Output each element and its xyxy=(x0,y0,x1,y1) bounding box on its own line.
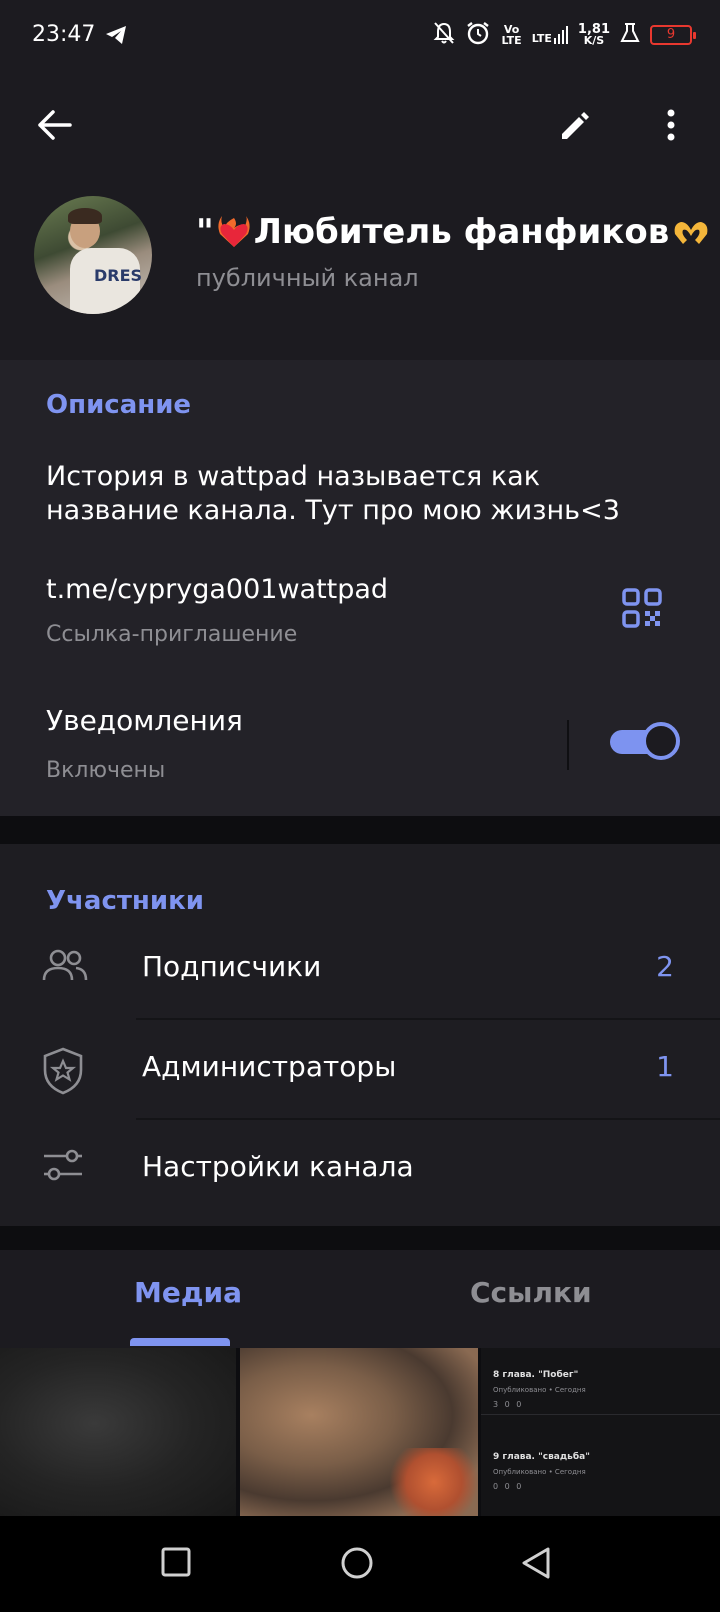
media-thumbnail[interactable] xyxy=(240,1348,478,1516)
tab-media[interactable]: Медиа xyxy=(134,1276,242,1309)
media-thumbnail[interactable]: 8 глава. "Побег" Опубликовано • Сегодня … xyxy=(481,1348,720,1516)
notifications-label: Уведомления xyxy=(46,704,243,737)
description-header: Описание xyxy=(46,390,192,420)
qr-code-button[interactable] xyxy=(622,588,670,636)
more-options-button[interactable] xyxy=(646,102,696,152)
mini-post-meta: Опубликовано • Сегодня xyxy=(493,1386,586,1394)
media-thumbnail[interactable] xyxy=(0,1348,236,1516)
edit-button[interactable] xyxy=(550,102,600,152)
section-divider xyxy=(0,1226,720,1250)
media-grid: 8 глава. "Побег" Опубликовано • Сегодня … xyxy=(0,1348,720,1516)
status-time: 23:47 xyxy=(32,22,96,47)
shared-media-tabs: Медиа Ссылки xyxy=(0,1250,720,1348)
home-button[interactable] xyxy=(340,1546,380,1586)
users-icon xyxy=(40,946,90,996)
qr-code-icon xyxy=(622,588,662,632)
admins-count: 1 xyxy=(656,1050,674,1083)
tab-indicator xyxy=(130,1338,230,1346)
mute-bell-icon xyxy=(433,21,455,48)
admins-row[interactable]: Администраторы 1 xyxy=(0,1020,720,1120)
subscribers-label: Подписчики xyxy=(142,950,322,983)
channel-settings-label: Настройки канала xyxy=(142,1150,414,1183)
title-quote: " xyxy=(196,212,214,252)
network-speed: 1,81 K/S xyxy=(577,21,610,47)
telegram-icon xyxy=(104,24,128,50)
tab-links[interactable]: Ссылки xyxy=(470,1276,592,1309)
members-header: Участники xyxy=(46,886,204,916)
status-bar: 23:47 Vo LTE LTE 1,81 K/S 9 xyxy=(0,0,720,72)
mini-post-title: 9 глава. "свадьба" xyxy=(493,1452,590,1462)
notifications-toggle[interactable] xyxy=(610,722,680,760)
channel-header: DRES " Любитель фанфиков публичный канал xyxy=(0,182,720,360)
battery-indicator: 9 xyxy=(650,24,696,45)
mini-post-title: 8 глава. "Побег" xyxy=(493,1370,579,1380)
volte-indicator: Vo LTE xyxy=(501,22,522,47)
sliders-icon xyxy=(40,1146,90,1196)
channel-type: публичный канал xyxy=(196,264,419,292)
admins-label: Администраторы xyxy=(142,1050,397,1083)
system-back-button[interactable] xyxy=(520,1546,560,1586)
channel-title-text: Любитель фанфиков xyxy=(253,212,670,252)
lte-signal-indicator: LTE xyxy=(532,25,568,44)
circle-icon xyxy=(340,1547,374,1584)
subscribers-count: 2 xyxy=(656,950,674,983)
thumbnail-highlight xyxy=(390,1448,478,1516)
flask-icon xyxy=(620,22,640,47)
system-navigation-bar xyxy=(0,1516,720,1612)
mini-post: 8 глава. "Побег" Опубликовано • Сегодня … xyxy=(493,1370,713,1409)
arrow-left-icon xyxy=(37,109,73,145)
pencil-icon xyxy=(558,108,592,146)
mini-post-meta: Опубликовано • Сегодня xyxy=(493,1468,586,1476)
mini-post-stats: 3 0 0 xyxy=(493,1400,524,1409)
triangle-back-icon xyxy=(520,1547,552,1584)
shield-star-icon xyxy=(40,1046,90,1096)
invite-link[interactable]: t.me/cypryga001wattpad xyxy=(46,574,388,605)
toggle-knob xyxy=(642,722,680,760)
alarm-icon xyxy=(465,20,491,49)
heart-on-fire-icon xyxy=(216,214,252,250)
avatar-jersey-text: DRES xyxy=(94,266,143,285)
notifications-divider xyxy=(567,720,569,770)
section-divider xyxy=(0,816,720,844)
mini-post: 9 глава. "свадьба" Опубликовано • Сегодн… xyxy=(493,1452,713,1491)
channel-title: " Любитель фанфиков xyxy=(196,212,709,252)
channel-description: История в wattpad называется как названи… xyxy=(46,461,620,526)
channel-avatar[interactable]: DRES xyxy=(34,196,152,314)
back-button[interactable] xyxy=(30,102,80,152)
mini-post-stats: 0 0 0 xyxy=(493,1482,524,1491)
subscribers-row[interactable]: Подписчики 2 xyxy=(0,920,720,1020)
square-icon xyxy=(160,1547,192,1582)
more-vertical-icon xyxy=(665,108,677,146)
mini-post-divider xyxy=(481,1414,720,1415)
recents-button[interactable] xyxy=(160,1546,200,1586)
notifications-state: Включены xyxy=(46,758,166,783)
avatar-hair xyxy=(68,208,102,224)
heart-hands-icon xyxy=(671,214,708,250)
status-icons: Vo LTE LTE 1,81 K/S 9 xyxy=(433,20,696,49)
channel-settings-row[interactable]: Настройки канала xyxy=(0,1120,720,1220)
info-card: Описание История в wattpad называется ка… xyxy=(0,360,720,816)
app-bar xyxy=(0,72,720,182)
members-card: Участники Подписчики 2 Администраторы 1 … xyxy=(0,844,720,1226)
invite-link-caption: Ссылка-приглашение xyxy=(46,622,298,647)
